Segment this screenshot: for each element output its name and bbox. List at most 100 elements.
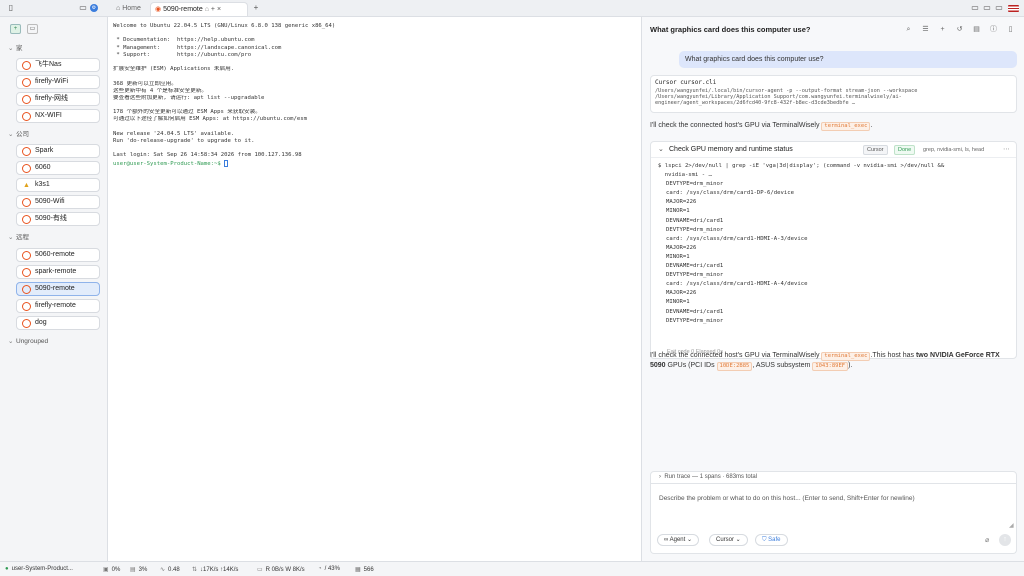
settings-icon[interactable]: ⚙ bbox=[90, 4, 98, 12]
output-line: MAJOR=226 bbox=[666, 290, 697, 297]
message-text: . bbox=[870, 122, 873, 129]
network-stat: ⇅ ↓17K/s ↑14K/s bbox=[192, 566, 238, 573]
host-item[interactable]: 飞牛Nas bbox=[16, 58, 100, 72]
host-label: firefly-WiFi bbox=[35, 78, 69, 85]
chevron-down-icon: ⌄ bbox=[8, 234, 14, 241]
terminal-line: Last login: Sat Sep 26 14:58:34 2026 fro… bbox=[113, 152, 302, 159]
ubuntu-icon bbox=[22, 164, 31, 173]
list-icon[interactable]: ☰ bbox=[921, 25, 930, 34]
host-item-selected[interactable]: 5090-remote bbox=[16, 282, 100, 296]
terminal-line: * Management: https://landscape.canonica… bbox=[113, 44, 282, 51]
search-icon[interactable]: ⌕ bbox=[904, 25, 913, 34]
tool-chip: terminal_exec bbox=[821, 122, 871, 131]
plus-icon[interactable]: + bbox=[938, 25, 947, 34]
disk-stat: ◔/ 43% bbox=[318, 566, 340, 572]
message-text: I'll check the connected host's GPU via … bbox=[650, 352, 822, 359]
cpu-icon: ▣ bbox=[103, 567, 109, 573]
tab-add-icon[interactable]: + bbox=[211, 6, 215, 13]
host-label: NX-WIFI bbox=[35, 112, 62, 119]
host-item[interactable]: spark-remote bbox=[16, 265, 100, 279]
cmd-header: Cursor cursor.cli bbox=[655, 79, 717, 86]
model-label: Cursor bbox=[716, 537, 735, 543]
disk-io-value: R 0B/s W 8K/s bbox=[265, 567, 305, 573]
ubuntu-icon bbox=[22, 302, 31, 311]
ubuntu-icon bbox=[22, 78, 31, 87]
sidebar-toggle-icon[interactable]: ▯ bbox=[6, 3, 16, 13]
safe-mode-label: Safe bbox=[768, 537, 781, 543]
tool-output: $ lspci 2>/dev/null | grep -iE 'vga|3d|d… bbox=[658, 162, 1008, 326]
output-line: MINOR=1 bbox=[666, 253, 690, 260]
host-item[interactable]: 6060 bbox=[16, 161, 100, 175]
model-select[interactable]: Cursor ⌄ bbox=[709, 534, 748, 546]
host-item[interactable]: ▲ k3s1 bbox=[16, 178, 100, 192]
monitor-icon[interactable]: ▭ bbox=[982, 3, 992, 13]
terminal-line: New release '24.04.5 LTS' available. bbox=[113, 130, 235, 137]
layout-icon[interactable]: ▭ bbox=[78, 3, 88, 13]
chevron-down-icon: ⌄ bbox=[658, 146, 664, 153]
agent-mode-select[interactable]: ∞ Agent ⌄ bbox=[657, 534, 700, 546]
host-item[interactable]: firefly-网线 bbox=[16, 92, 100, 106]
output-line: DEVNAME=dri/card1 bbox=[666, 263, 724, 270]
host-item[interactable]: 5090-有线 bbox=[16, 212, 100, 226]
host-item[interactable]: 5060-remote bbox=[16, 248, 100, 262]
add-folder-icon[interactable]: ▭ bbox=[27, 24, 38, 34]
output-line: card: /sys/class/drm/card1-DP-6/device bbox=[666, 190, 794, 197]
collapse-panel-icon[interactable]: ▯ bbox=[1006, 25, 1015, 34]
output-line: DEVNAME=dri/card1 bbox=[666, 308, 724, 315]
agent-command-box: Cursor cursor.cli /Users/wangyunfei/.loc… bbox=[650, 75, 1017, 113]
mem-stat: ▤ 3% bbox=[130, 566, 147, 573]
history-icon[interactable]: ↺ bbox=[955, 25, 964, 34]
chat-icon[interactable]: ▭ bbox=[970, 3, 980, 13]
resize-handle-icon[interactable]: ◢ bbox=[1009, 522, 1014, 529]
run-trace[interactable]: › Run trace — 1 spans · 683ms total bbox=[650, 471, 1017, 484]
add-host-icon[interactable]: + bbox=[10, 24, 21, 34]
tool-card-header[interactable]: ⌄ Check GPU memory and runtime status Cu… bbox=[651, 142, 1016, 158]
output-line: MAJOR=226 bbox=[666, 244, 697, 251]
tab-5090-remote[interactable]: ◉ 5090-remote ⌂ + × bbox=[150, 2, 248, 16]
mem-value: 3% bbox=[138, 567, 148, 573]
ubuntu-icon bbox=[22, 251, 31, 260]
terminal-line: 要查看这些附加更新, 请运行: apt list --upgradable bbox=[113, 94, 265, 101]
host-item[interactable]: NX-WIFI bbox=[16, 109, 100, 123]
connection-status[interactable]: ● user-System-Product... bbox=[5, 566, 73, 572]
host-label: 5090-Wifi bbox=[35, 198, 65, 205]
terminal[interactable]: Welcome to Ubuntu 22.04.5 LTS (GNU/Linux… bbox=[109, 17, 640, 561]
tool-chip: terminal_exec bbox=[821, 352, 871, 361]
group-header-company[interactable]: ⌄ 公司 bbox=[8, 130, 29, 140]
group-label: 公司 bbox=[16, 131, 29, 138]
tab-close-icon[interactable]: × bbox=[217, 6, 221, 13]
ubuntu-icon bbox=[22, 319, 31, 328]
info-icon[interactable]: ⓘ bbox=[989, 25, 998, 34]
host-item[interactable]: firefly-WiFi bbox=[16, 75, 100, 89]
chat-input[interactable]: Describe the problem or what to do on th… bbox=[659, 495, 915, 502]
group-header-ungrouped[interactable]: ⌄ Ungrouped bbox=[8, 337, 48, 347]
host-item[interactable]: dog bbox=[16, 316, 100, 330]
document-icon[interactable]: ▤ bbox=[972, 25, 981, 34]
send-button[interactable]: ↑ bbox=[999, 534, 1011, 546]
ubuntu-icon bbox=[22, 285, 31, 294]
output-line: DEVTYPE=drm_minor bbox=[666, 181, 724, 188]
panel-icon[interactable]: ▭ bbox=[994, 3, 1004, 13]
more-icon[interactable]: ⋯ bbox=[1003, 145, 1010, 153]
tab-home-label: Home bbox=[122, 5, 141, 12]
safe-mode-toggle[interactable]: ⛉ Safe bbox=[755, 534, 788, 546]
group-header-home[interactable]: ⌄ 家 bbox=[8, 44, 23, 54]
host-item[interactable]: Spark bbox=[16, 144, 100, 158]
attach-icon[interactable]: ⌀ bbox=[985, 536, 989, 544]
host-item[interactable]: firefly-remote bbox=[16, 299, 100, 313]
process-icon: ▦ bbox=[355, 567, 361, 573]
host-label: dog bbox=[35, 319, 47, 326]
new-tab-icon[interactable]: + bbox=[251, 3, 261, 13]
host-label: 5060-remote bbox=[35, 251, 75, 258]
tab-home[interactable]: ⌂ Home bbox=[112, 2, 150, 16]
terminal-line: 178 个额外的安全更新可以通过 ESM Apps 来获取安装。 bbox=[113, 109, 261, 116]
group-header-remote[interactable]: ⌄ 远程 bbox=[8, 233, 29, 243]
load-stat: ∿ 0.48 bbox=[160, 566, 180, 573]
tool-meta: grep, nvidia-smi, ls, head bbox=[923, 147, 985, 153]
host-item[interactable]: 5090-Wifi bbox=[16, 195, 100, 209]
host-label: firefly-remote bbox=[35, 302, 76, 309]
flag-icon[interactable] bbox=[1008, 5, 1019, 12]
message-text: ). bbox=[848, 362, 853, 369]
